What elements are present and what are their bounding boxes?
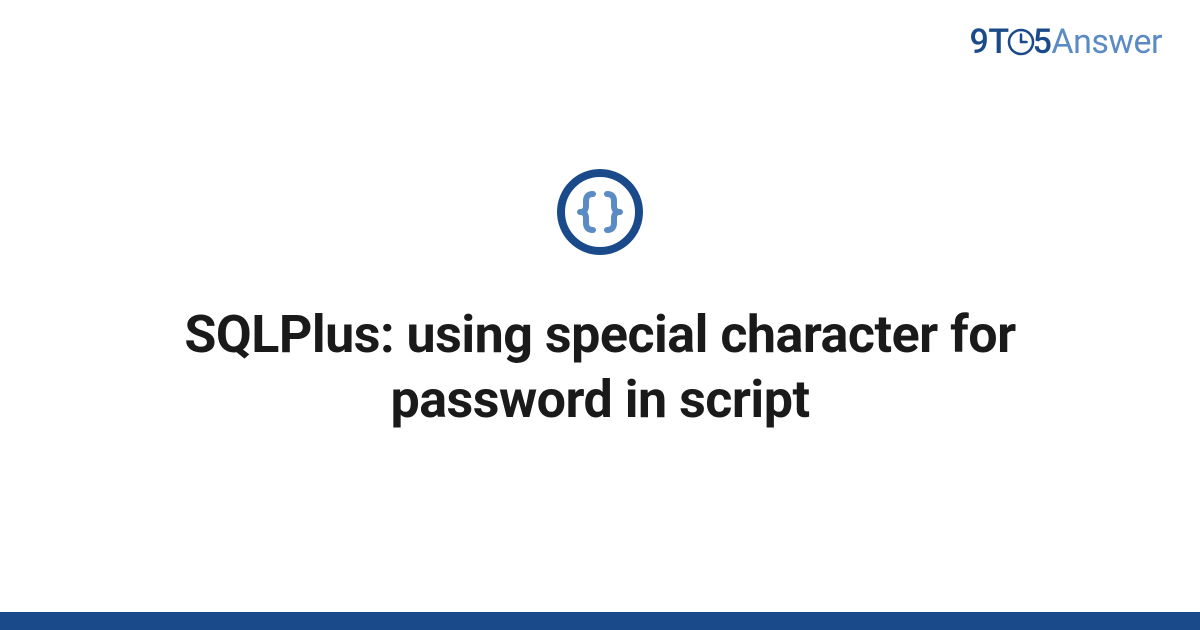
main-content: SQLPlus: using special character for pas… [0,0,1200,630]
topic-icon-wrap [556,168,644,256]
footer-bar [0,612,1200,630]
page-title: SQLPlus: using special character for pas… [120,302,1080,432]
code-braces-icon [556,168,644,256]
